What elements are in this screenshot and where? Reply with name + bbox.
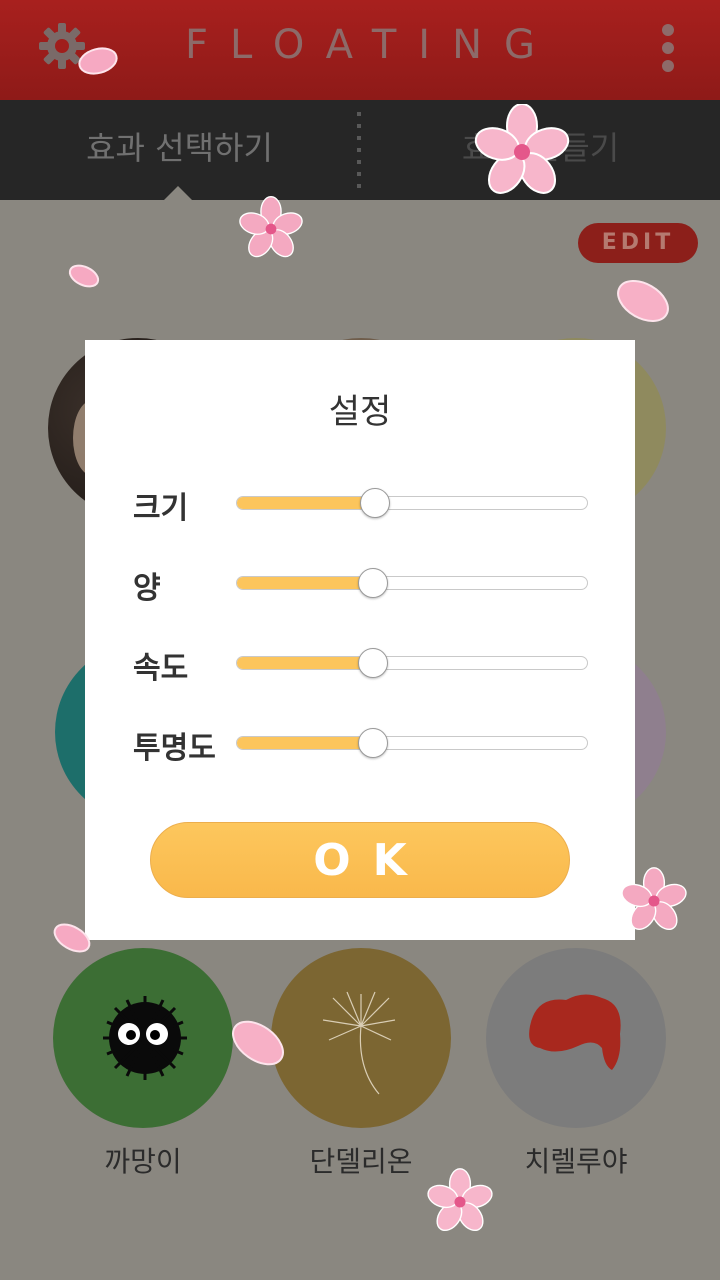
slider-fill [237,737,372,749]
slider-thumb[interactable] [357,728,388,758]
speed-slider[interactable] [236,648,588,678]
petal-icon [617,280,669,322]
petal-icon [53,923,91,953]
petal-icon [68,264,100,288]
effect-soot-sprite[interactable] [53,948,233,1128]
edit-button[interactable]: EDIT [578,223,698,263]
slider-fill [237,657,372,669]
cherry-blossom-icon [621,867,687,931]
size-label: 크기 [133,491,189,526]
tab-select-effect[interactable]: 효과 선택하기 [0,100,359,200]
slider-thumb[interactable] [357,648,388,678]
slider-fill [237,497,374,509]
cherry-blossom-icon [474,104,570,194]
cherry-blossom-icon [427,1168,493,1232]
amount-slider[interactable] [236,568,588,598]
petal-icon [78,47,118,75]
slider-fill [237,577,372,589]
soot-sprite-icon [103,996,187,1080]
petal-icon [232,1020,284,1066]
dandelion-icon [322,991,396,1095]
effect-label: 까망이 [104,1145,182,1178]
speed-label: 속도 [133,651,189,686]
slider-thumb[interactable] [359,488,390,518]
effect-red-flake[interactable] [486,948,666,1128]
opacity-slider[interactable] [236,728,588,758]
ok-button[interactable]: OK [150,822,570,898]
slider-thumb[interactable] [357,568,388,598]
settings-dialog: 설정 크기 양 속도 투명도 OK [85,340,635,940]
selected-tab-indicator [164,186,192,200]
dialog-title: 설정 [328,392,392,432]
effect-label: 치렐루야 [524,1145,628,1178]
effect-dandelion[interactable] [271,948,451,1128]
opacity-label: 투명도 [133,731,216,766]
size-slider[interactable] [236,488,588,518]
more-options-icon[interactable] [660,24,676,72]
tab-divider [357,112,361,190]
cherry-blossom-icon [239,196,303,258]
red-flake-icon [529,994,621,1070]
amount-label: 양 [133,571,161,606]
